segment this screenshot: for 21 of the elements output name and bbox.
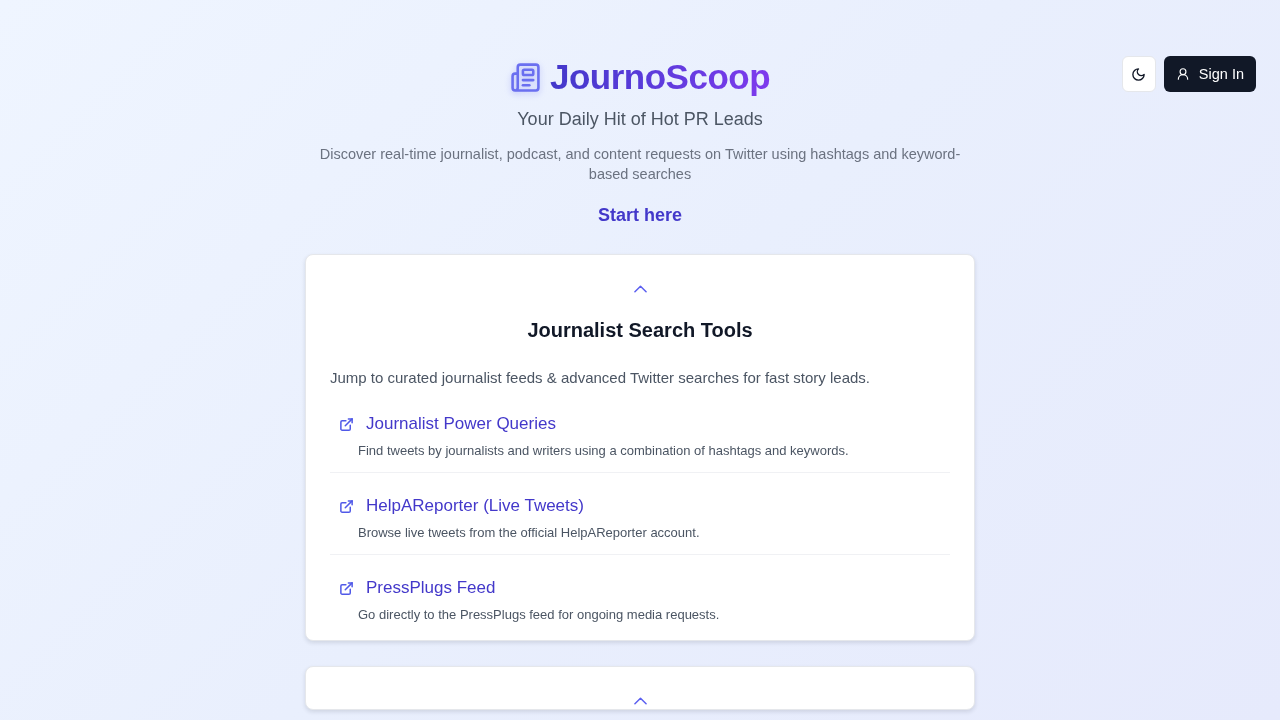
feed-link[interactable]: PressPlugs Feed (366, 576, 496, 600)
external-link-icon (339, 580, 354, 596)
intro-text: Discover real-time journalist, podcast, and content requests on Twitter using hashtags and keyword-based searches (318, 145, 962, 184)
link-description: Go directly to the PressPlugs feed for ongoing media requests. (358, 607, 721, 623)
sign-in-button[interactable]: Sign In (1163, 56, 1256, 92)
chevron-up-icon[interactable] (633, 697, 647, 705)
card-description: Jump to curated journalist feeds & advanced Twitter searches for fast story leads. (330, 368, 871, 388)
theme-toggle-button[interactable] (1121, 56, 1156, 92)
feed-link[interactable]: Journalist Power Queries (366, 412, 556, 436)
external-link-icon (339, 416, 354, 432)
user-icon (1175, 67, 1190, 81)
feed-link[interactable]: HelpAReporter (Live Tweets) (366, 494, 584, 518)
external-link-icon (339, 498, 354, 514)
chevron-up-icon[interactable] (633, 285, 647, 293)
tagline: Your Daily Hit of Hot PR Leads (517, 108, 763, 130)
moon-icon (1131, 66, 1147, 82)
newspaper-icon (509, 61, 541, 93)
link-description: Browse live tweets from the official HelpAReporter account. (358, 525, 701, 541)
card-title: Journalist Search Tools (526, 318, 754, 343)
start-here-link[interactable]: Start here (597, 204, 682, 226)
link-description: Find tweets by journalists and writers using a combination of hashtags and keywords. (358, 443, 850, 459)
